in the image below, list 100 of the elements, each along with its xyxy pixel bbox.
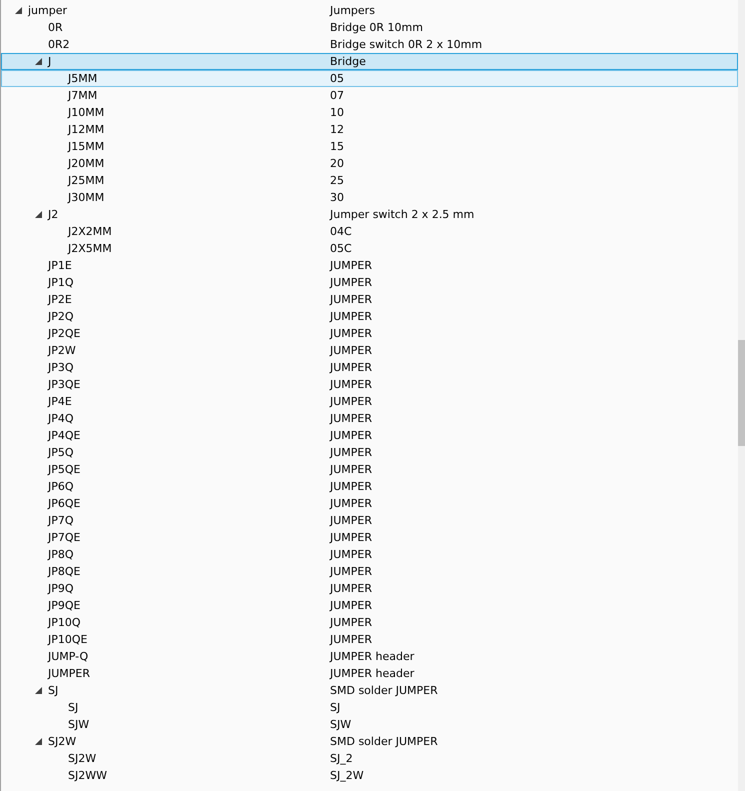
scrollbar[interactable] [738,0,745,791]
tree-row[interactable]: SJ SMD solder JUMPER [1,682,738,699]
item-name: JP7QE [48,531,80,544]
tree-row[interactable]: JUMPER JUMPER header [1,665,738,682]
tree-row[interactable]: JP6Q JUMPER [1,478,738,495]
item-description: Jumper switch 2 x 2.5 mm [330,208,474,221]
tree-row[interactable]: JUMP-Q JUMPER header [1,648,738,665]
tree-row[interactable]: JP2E JUMPER [1,291,738,308]
expand-toggle-icon[interactable] [34,211,42,218]
item-description: JUMPER [330,565,372,578]
item-name: JP1Q [48,276,74,289]
tree-row[interactable]: JP5QE JUMPER [1,461,738,478]
item-name: J25MM [68,174,104,187]
item-name: JP6Q [48,480,74,493]
tree-row[interactable]: J12MM 12 [1,121,738,138]
item-name: JUMPER [48,667,90,680]
item-description: JUMPER [330,361,372,374]
tree-row[interactable]: 0R Bridge 0R 10mm [1,19,738,36]
item-description: JUMPER [330,293,372,306]
tree-row[interactable]: JP7Q JUMPER [1,512,738,529]
tree-row[interactable]: JP3QE JUMPER [1,376,738,393]
tree-row[interactable]: JP4QE JUMPER [1,427,738,444]
item-description: JUMPER [330,378,372,391]
tree-row[interactable]: SJ2WW SJ_2W [1,767,738,784]
item-name: JP9Q [48,582,74,595]
item-name: J10MM [68,106,104,119]
tree-row[interactable]: J20MM 20 [1,155,738,172]
tree-row[interactable]: JP4E JUMPER [1,393,738,410]
tree-row[interactable]: JP3Q JUMPER [1,359,738,376]
item-description: 04C [330,225,352,238]
item-name: JP7Q [48,514,74,527]
item-description: JUMPER [330,480,372,493]
tree-row[interactable]: J15MM 15 [1,138,738,155]
item-name: JP5Q [48,446,74,459]
tree-row[interactable]: 0R2 Bridge switch 0R 2 x 10mm [1,36,738,53]
item-name: J20MM [68,157,104,170]
tree-row[interactable]: SJ SJ [1,699,738,716]
tree-row[interactable]: J5MM 05 [1,70,738,87]
tree-row[interactable]: J Bridge [1,53,738,70]
item-name: J2X2MM [68,225,112,238]
scrollbar-thumb[interactable] [738,340,745,446]
expand-toggle-icon[interactable] [14,7,22,14]
item-description: 15 [330,140,344,153]
tree-row[interactable]: JP6QE JUMPER [1,495,738,512]
tree-row[interactable]: JP10Q JUMPER [1,614,738,631]
item-name: JP4QE [48,429,80,442]
item-description: 20 [330,157,344,170]
expand-toggle-icon[interactable] [34,58,42,65]
tree-row[interactable]: J25MM 25 [1,172,738,189]
item-description: 25 [330,174,344,187]
tree-row[interactable]: JP1Q JUMPER [1,274,738,291]
tree-row[interactable]: JP9QE JUMPER [1,597,738,614]
expand-toggle-icon[interactable] [34,687,42,694]
item-description: JUMPER [330,582,372,595]
tree-row[interactable]: SJ2W SJ_2 [1,750,738,767]
item-name: SJ [68,701,78,714]
tree-row[interactable]: JP2Q JUMPER [1,308,738,325]
item-name: J [48,55,52,68]
tree-row[interactable]: J10MM 10 [1,104,738,121]
item-description: Bridge [330,55,366,68]
tree-row[interactable]: JP4Q JUMPER [1,410,738,427]
tree-row[interactable]: J2X5MM 05C [1,240,738,257]
tree-row[interactable]: SJ2W SMD solder JUMPER [1,733,738,750]
tree-row[interactable]: JP7QE JUMPER [1,529,738,546]
item-name: 0R2 [48,38,70,51]
item-description: 05C [330,242,352,255]
item-description: Jumpers [330,4,375,17]
item-description: SMD solder JUMPER [330,735,438,748]
item-name: jumper [28,4,68,17]
tree-row[interactable]: JP10QE JUMPER [1,631,738,648]
expand-toggle-icon[interactable] [34,738,42,745]
item-description: JUMPER [330,633,372,646]
tree-row[interactable]: JP1E JUMPER [1,257,738,274]
tree-row[interactable]: SJW SJW [1,716,738,733]
tree-row[interactable]: JP2QE JUMPER [1,325,738,342]
item-name: JP4E [48,395,72,408]
tree-row[interactable]: JP9Q JUMPER [1,580,738,597]
item-name: SJ2WW [68,769,107,782]
item-description: 07 [330,89,344,102]
tree-row[interactable]: JP5Q JUMPER [1,444,738,461]
item-description: 05 [330,72,344,85]
item-description: JUMPER [330,514,372,527]
item-name: JP4Q [48,412,74,425]
tree-row[interactable]: jumper Jumpers [1,2,738,19]
tree-row[interactable]: J7MM 07 [1,87,738,104]
item-description: JUMPER [330,327,372,340]
item-description: JUMPER [330,276,372,289]
tree-row[interactable]: JP8QE JUMPER [1,563,738,580]
item-name: JP2E [48,293,72,306]
item-description: JUMPER [330,395,372,408]
item-name: JP5QE [48,463,80,476]
item-description: SJW [330,718,352,731]
tree-row[interactable]: J30MM 30 [1,189,738,206]
item-description: 12 [330,123,344,136]
tree-row[interactable]: JP2W JUMPER [1,342,738,359]
item-name: JUMP-Q [48,650,88,663]
item-description: JUMPER [330,497,372,510]
tree-row[interactable]: JP8Q JUMPER [1,546,738,563]
tree-row[interactable]: J2 Jumper switch 2 x 2.5 mm [1,206,738,223]
tree-row[interactable]: J2X2MM 04C [1,223,738,240]
